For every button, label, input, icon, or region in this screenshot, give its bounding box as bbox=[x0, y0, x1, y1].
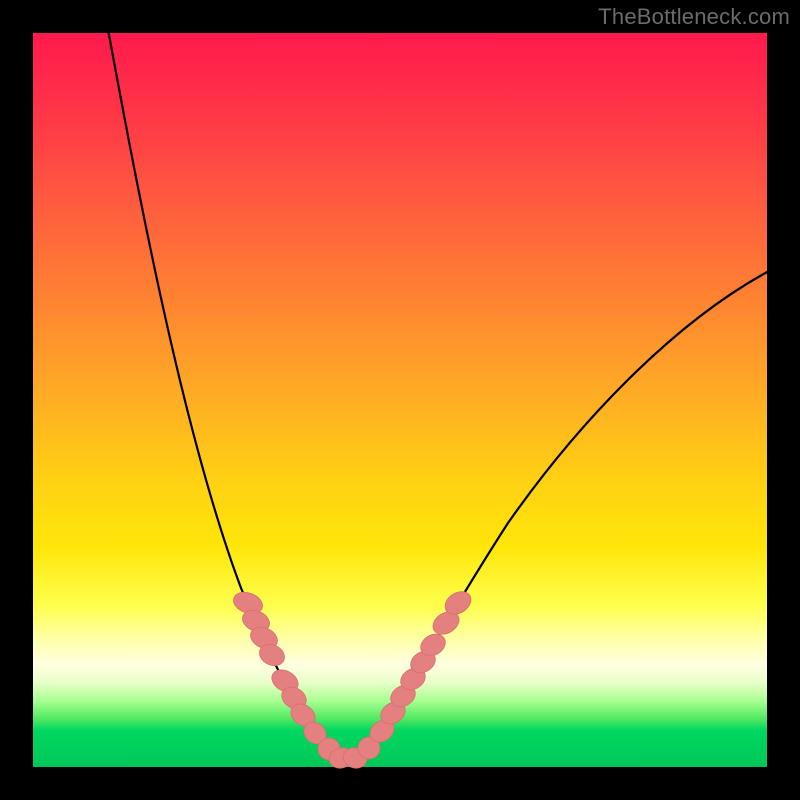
beads-left-group bbox=[230, 588, 355, 770]
chart-overlay bbox=[33, 33, 767, 767]
beads-right-group bbox=[341, 587, 475, 771]
curve-left bbox=[105, 13, 346, 765]
gradient-plot-area bbox=[33, 33, 767, 767]
chart-frame: TheBottleneck.com bbox=[0, 0, 800, 800]
watermark-text: TheBottleneck.com bbox=[598, 4, 790, 30]
